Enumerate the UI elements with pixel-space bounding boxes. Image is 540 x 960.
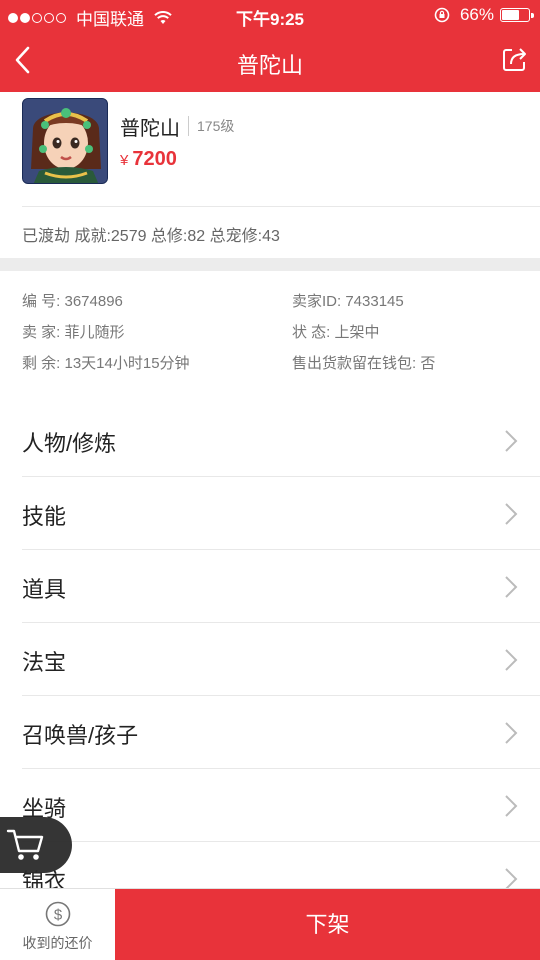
page-title: 普陀山 xyxy=(236,53,303,78)
menu-item-label: 召唤兽/孩子 xyxy=(22,723,139,748)
rotation-lock-icon xyxy=(434,7,450,23)
chevron-right-icon xyxy=(505,576,518,598)
status-bar: 中国联通 下午9:25 66% xyxy=(0,0,540,30)
time-remaining: 剩 余: 13天14小时15分钟 xyxy=(22,355,190,372)
seller-id: 卖家ID: 7433145 xyxy=(292,293,404,310)
divider xyxy=(22,206,540,207)
menu-item-treasures[interactable]: 法宝 xyxy=(0,623,540,696)
chevron-right-icon xyxy=(505,649,518,671)
wallet-option: 售出货款留在钱包: 否 xyxy=(292,355,436,372)
section-separator xyxy=(0,258,540,271)
menu-item-label: 技能 xyxy=(22,504,67,529)
character-card: 普陀山 175级 ¥7200 已渡劫 成就:2579 总修:82 总宠修:43 xyxy=(0,92,540,258)
cart-button[interactable] xyxy=(0,817,72,873)
character-level: 175级 xyxy=(188,116,234,136)
battery-icon xyxy=(500,8,534,22)
chevron-right-icon xyxy=(505,430,518,452)
cart-icon xyxy=(6,829,44,860)
menu-item-label: 道具 xyxy=(22,577,67,602)
character-stats: 已渡劫 成就:2579 总修:82 总宠修:43 xyxy=(22,228,280,245)
price: ¥7200 xyxy=(120,148,177,171)
nav-bar: 普陀山 xyxy=(0,30,540,92)
price-value: 7200 xyxy=(132,148,177,170)
battery-percent: 66% xyxy=(459,5,494,24)
currency-symbol: ¥ xyxy=(120,152,129,169)
listing-info: 编 号: 3674896 卖家ID: 7433145 卖 家: 菲儿随形 状 态… xyxy=(22,290,522,383)
dollar-circle-icon: $ xyxy=(45,901,71,927)
listing-id: 编 号: 3674896 xyxy=(22,293,123,310)
share-icon[interactable] xyxy=(500,44,530,74)
detail-menu: 人物/修炼 技能 道具 法宝 召唤兽/孩子 坐骑 锦衣 xyxy=(0,404,540,915)
received-offers-label: 收到的还价 xyxy=(22,935,93,951)
received-offers-button[interactable]: $ 收到的还价 xyxy=(0,889,115,960)
menu-item-pets[interactable]: 召唤兽/孩子 xyxy=(0,696,540,769)
menu-item-items[interactable]: 道具 xyxy=(0,550,540,623)
listing-status: 状 态: 上架中 xyxy=(292,324,380,341)
menu-item-mounts[interactable]: 坐骑 xyxy=(0,769,540,842)
menu-item-character[interactable]: 人物/修炼 xyxy=(0,404,540,477)
chevron-right-icon xyxy=(505,795,518,817)
character-avatar xyxy=(22,98,108,184)
chevron-right-icon xyxy=(505,722,518,744)
menu-item-label: 法宝 xyxy=(22,650,67,675)
chevron-right-icon xyxy=(505,503,518,525)
app-header: 中国联通 下午9:25 66% 普陀山 xyxy=(0,0,540,92)
menu-item-label: 人物/修炼 xyxy=(22,431,117,456)
menu-item-skills[interactable]: 技能 xyxy=(0,477,540,550)
seller-name: 卖 家: 菲儿随形 xyxy=(22,324,125,341)
delist-button[interactable]: 下架 xyxy=(115,889,540,960)
character-name: 普陀山 xyxy=(120,118,180,140)
svg-text:$: $ xyxy=(54,907,63,924)
bottom-action-bar: $ 收到的还价 下架 xyxy=(0,888,540,960)
